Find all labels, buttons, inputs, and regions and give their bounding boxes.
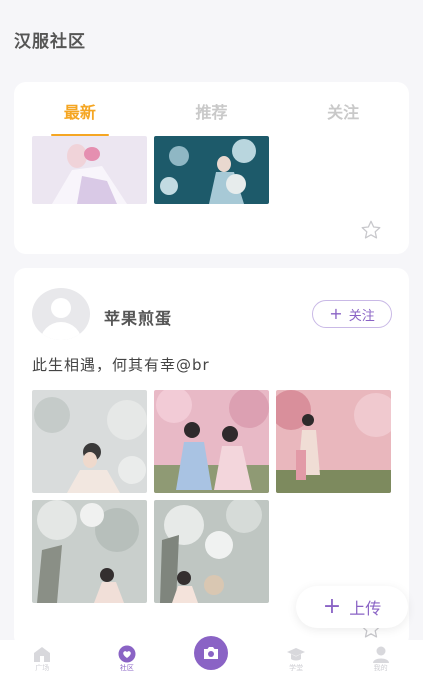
camera-button[interactable] [194, 636, 229, 670]
post-photo[interactable] [154, 390, 269, 493]
nav-item-camera[interactable] [169, 636, 254, 683]
upload-button[interactable]: + 上传 [296, 586, 408, 628]
post-username[interactable]: 苹果煎蛋 [104, 305, 172, 329]
post-photo[interactable] [32, 500, 147, 603]
post-photo[interactable] [32, 136, 147, 204]
nav-item-label: 我的 [373, 664, 388, 672]
user-icon [372, 646, 389, 663]
avatar-head-icon [51, 298, 71, 318]
nav-item-school[interactable]: 学堂 [254, 640, 339, 683]
tab-recommended[interactable]: 推荐 [146, 82, 278, 136]
follow-button[interactable]: + 关注 [312, 300, 392, 328]
page-title: 汉服社区 [14, 32, 86, 52]
nav-item-label: 社区 [119, 664, 134, 672]
avatar-body-icon [40, 322, 82, 340]
nav-item-community[interactable]: 社区 [85, 640, 170, 683]
nav-item-label: 学堂 [289, 664, 304, 672]
tab-latest[interactable]: 最新 [14, 82, 146, 136]
nav-item-me[interactable]: 我的 [338, 640, 423, 683]
post-photo[interactable] [154, 500, 269, 603]
post-photo[interactable] [32, 390, 147, 493]
follow-button-label: 关注 [348, 308, 375, 324]
graduation-cap-icon [287, 648, 306, 661]
post-photo[interactable] [154, 136, 269, 204]
nav-item-square[interactable]: 广场 [0, 640, 85, 683]
plus-icon: + [322, 594, 342, 619]
post-photo[interactable] [276, 390, 391, 493]
post-text: 此生相遇，何其有幸@br [32, 356, 210, 374]
community-icon [118, 645, 136, 663]
upload-button-label: 上传 [349, 599, 382, 618]
avatar[interactable] [32, 288, 90, 340]
plus-icon: + [329, 304, 343, 323]
tab-following[interactable]: 关注 [277, 82, 409, 136]
bottom-nav: 广场 社区 学堂 我的 [0, 636, 423, 683]
home-icon [34, 647, 51, 662]
favorite-star-icon[interactable] [360, 219, 382, 241]
nav-item-label: 广场 [35, 664, 50, 672]
feed-tabs: 最新 推荐 关注 [14, 82, 409, 136]
camera-icon [204, 647, 219, 659]
